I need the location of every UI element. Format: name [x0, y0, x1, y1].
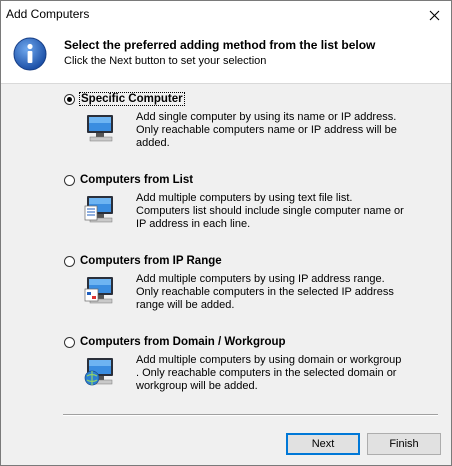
- radio-specific-computer[interactable]: Specific Computer: [64, 92, 185, 106]
- info-icon: [13, 37, 47, 71]
- radio-label[interactable]: Computers from Domain / Workgroup: [80, 336, 286, 348]
- radio-button[interactable]: [64, 336, 75, 348]
- single-computer-icon: [87, 115, 113, 142]
- radio-button[interactable]: [64, 93, 75, 105]
- window-title: Add Computers: [6, 7, 90, 21]
- dialog-header: Select the preferred adding method from …: [1, 29, 451, 84]
- radio-label[interactable]: Computers from List: [80, 174, 193, 186]
- close-icon: [429, 10, 439, 20]
- radio-computers-from-ip-range[interactable]: Computers from IP Range: [64, 255, 222, 267]
- option-specific-computer: Specific Computer Add single computer by…: [64, 92, 397, 149]
- option-description: Add multiple computers by using domain o…: [136, 354, 402, 392]
- add-computers-dialog: Add Computers Select the preferred addin…: [0, 0, 452, 466]
- radio-label[interactable]: Computers from IP Range: [80, 255, 222, 267]
- domain-workgroup-icon: [84, 358, 113, 386]
- header-subtitle: Click the Next button to set your select…: [64, 55, 267, 67]
- radio-label[interactable]: Specific Computer: [79, 92, 185, 106]
- close-button[interactable]: [417, 1, 451, 29]
- header-title: Select the preferred adding method from …: [64, 38, 376, 52]
- option-description: Add multiple computers by using IP addre…: [136, 273, 394, 311]
- title-bar: Add Computers: [1, 1, 451, 29]
- ip-range-icon: [84, 277, 113, 304]
- computer-list-icon: [84, 196, 113, 223]
- option-computers-from-ip-range: Computers from IP Range Add multiple com…: [64, 255, 394, 311]
- option-description: Add multiple computers by using text fil…: [136, 192, 404, 230]
- radio-button[interactable]: [64, 174, 75, 186]
- option-computers-from-list: Computers from List Add multiple compute…: [64, 174, 404, 230]
- finish-button[interactable]: Finish: [367, 433, 441, 455]
- next-button[interactable]: Next: [286, 433, 360, 455]
- option-description: Add single computer by using its name or…: [136, 111, 397, 149]
- radio-button[interactable]: [64, 255, 75, 267]
- radio-computers-from-list[interactable]: Computers from List: [64, 174, 193, 186]
- radio-computers-from-domain-workgroup[interactable]: Computers from Domain / Workgroup: [64, 336, 286, 348]
- footer-divider: [63, 414, 438, 416]
- option-computers-from-domain-workgroup: Computers from Domain / Workgroup Add mu…: [64, 336, 401, 392]
